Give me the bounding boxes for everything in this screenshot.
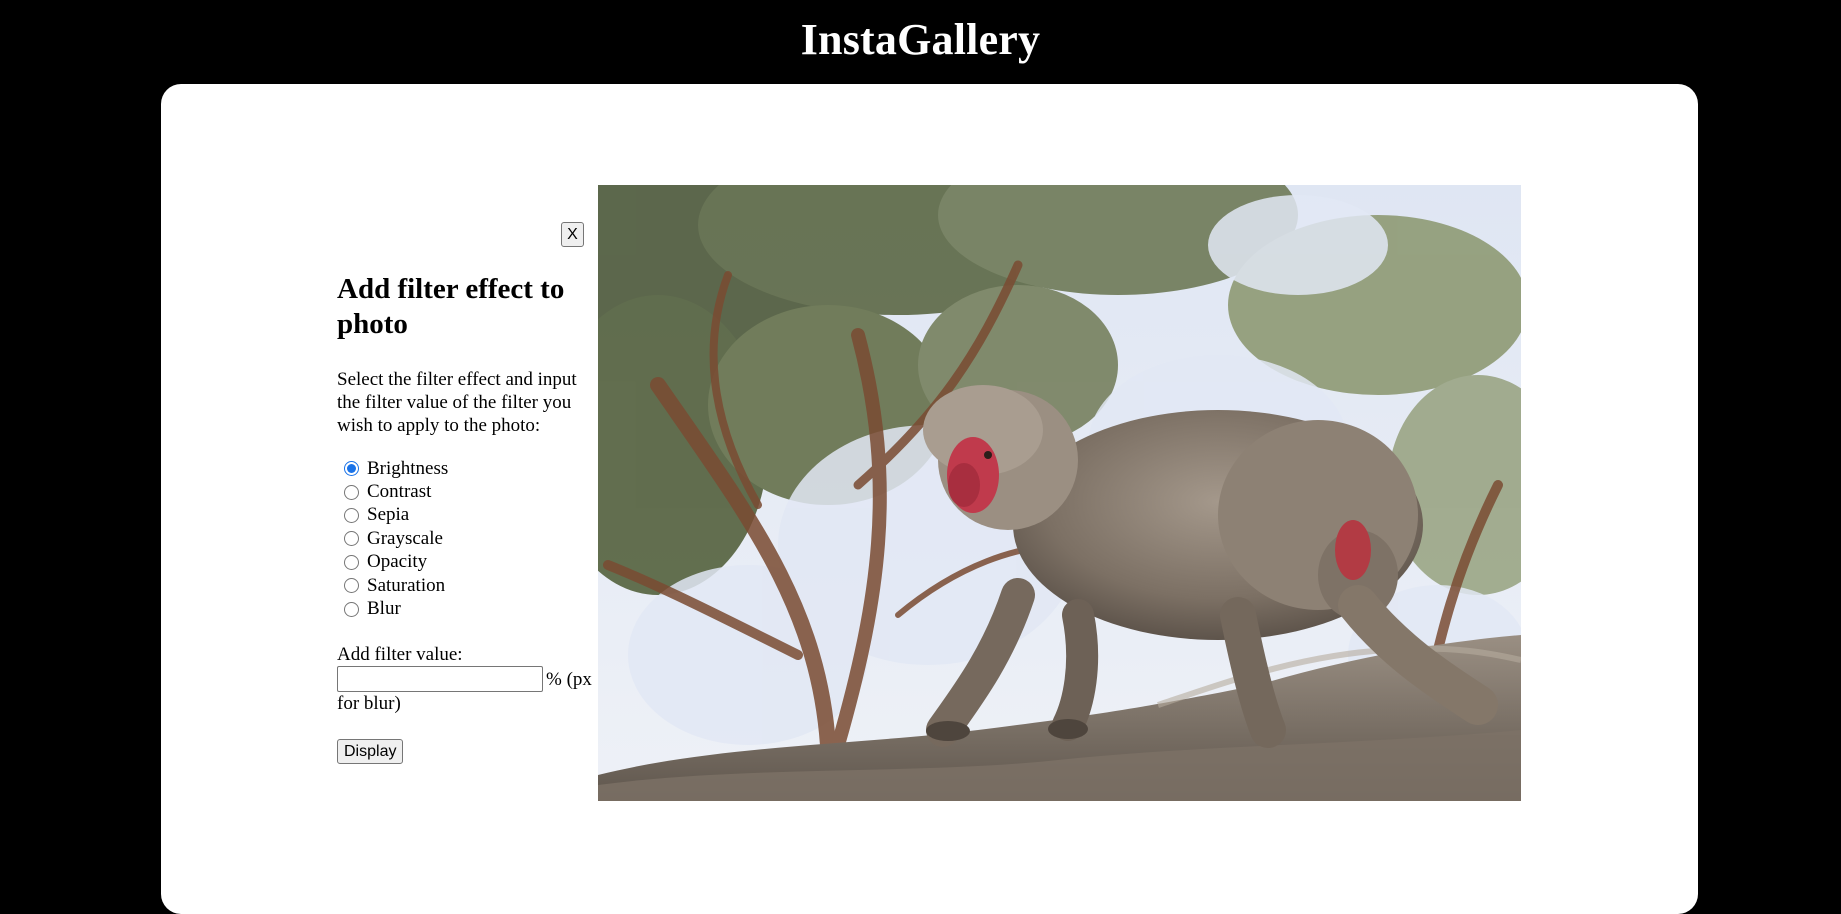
filter-option-opacity[interactable]: Opacity — [342, 551, 448, 574]
filter-heading: Add filter effect to photo — [337, 273, 565, 340]
filter-option-label: Contrast — [367, 481, 432, 503]
filter-value-input[interactable] — [337, 666, 543, 692]
filter-unit-text: % (px — [546, 669, 592, 690]
filter-option-brightness[interactable]: Brightness — [342, 457, 448, 480]
filter-option-sepia[interactable]: Sepia — [342, 504, 448, 527]
brightness-radio[interactable] — [344, 461, 359, 477]
filter-option-label: Grayscale — [367, 527, 443, 549]
filter-unit-text-continued: for blur) — [337, 693, 401, 714]
filter-option-label: Brightness — [367, 457, 449, 479]
filter-description: Select the filter effect and input the f… — [337, 369, 577, 436]
monkey-photo-illustration — [598, 185, 1521, 801]
filter-option-label: Saturation — [367, 574, 446, 596]
sepia-radio[interactable] — [344, 507, 359, 523]
filter-option-label: Opacity — [367, 551, 428, 573]
close-button[interactable]: X — [561, 222, 584, 247]
filter-option-label: Sepia — [367, 504, 410, 526]
opacity-radio[interactable] — [344, 554, 359, 570]
filter-option-grayscale[interactable]: Grayscale — [342, 527, 448, 550]
filter-option-blur[interactable]: Blur — [342, 597, 448, 620]
saturation-radio[interactable] — [344, 578, 359, 594]
site-title: InstaGallery — [800, 15, 1041, 64]
contrast-radio[interactable] — [344, 484, 359, 500]
filter-value-label: Add filter value: — [337, 644, 463, 665]
display-button[interactable]: Display — [337, 739, 404, 764]
grayscale-radio[interactable] — [344, 531, 359, 547]
filter-option-contrast[interactable]: Contrast — [342, 480, 448, 503]
filter-option-saturation[interactable]: Saturation — [342, 574, 448, 597]
blur-radio[interactable] — [344, 601, 359, 617]
filter-option-label: Blur — [367, 598, 401, 620]
filter-radio-group: Brightness Contrast Sepia Grayscale Opac… — [342, 457, 448, 621]
gallery-photo — [598, 185, 1521, 801]
site-header: InstaGallery — [0, 0, 1841, 84]
